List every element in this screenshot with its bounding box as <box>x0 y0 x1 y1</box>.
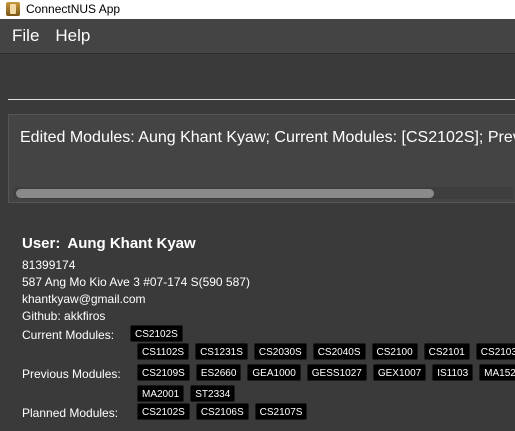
module-tag: GEX1007 <box>372 364 427 381</box>
current-modules-label: Current Modules: <box>22 328 115 342</box>
user-label: User: <box>22 235 61 252</box>
horizontal-scrollbar[interactable] <box>13 187 513 199</box>
title-bar: ConnectNUS App <box>0 0 515 17</box>
person-address: 587 Ang Mo Kio Ave 3 #07-174 S(590 587) <box>22 275 250 289</box>
person-github: Github: akkfiros <box>22 309 106 323</box>
planned-modules-label: Planned Modules: <box>22 406 119 420</box>
result-display-area: Edited Modules: Aung Khant Kyaw; Current… <box>0 108 515 209</box>
person-name: Aung Khant Kyaw <box>67 235 196 252</box>
person-email: khantkyaw@gmail.com <box>22 292 146 306</box>
current-modules-chips: CS2102S <box>130 325 183 342</box>
window-title: ConnectNUS App <box>26 1 121 16</box>
scrollbar-thumb[interactable] <box>16 189 434 198</box>
module-tag: CS2040S <box>312 343 366 360</box>
command-input[interactable] <box>8 68 515 100</box>
app-icon <box>6 1 20 16</box>
command-box <box>0 53 515 108</box>
module-tag: GESS1027 <box>306 364 367 381</box>
module-tag: CS2107S <box>254 403 308 420</box>
person-card[interactable]: User: Aung Khant Kyaw 81399174 587 Ang Mo… <box>0 218 515 431</box>
module-tag: MA1521 <box>479 364 515 381</box>
module-tag: CS2106S <box>195 403 249 420</box>
module-tag: CS2102S <box>137 403 190 420</box>
module-tag: CS2109S <box>137 364 190 381</box>
module-tag: CS2100 <box>371 343 418 360</box>
module-tag: CS2103T <box>475 343 515 360</box>
person-list-panel: User: Aung Khant Kyaw 81399174 587 Ang Mo… <box>0 209 515 431</box>
planned-modules-chips: CS2102S CS2106S CS2107S <box>137 403 308 420</box>
menu-bar: File Help <box>0 19 515 53</box>
person-name-row: User: Aung Khant Kyaw <box>22 235 196 252</box>
previous-modules-chips: CS2109S ES2660 GEA1000 GESS1027 GEX1007 IS110… <box>137 364 515 381</box>
menu-help[interactable]: Help <box>47 26 98 46</box>
module-tag: CS2030S <box>253 343 307 360</box>
module-tag: MA2001 <box>137 385 185 402</box>
previous-modules-chips-row2: MA2001 ST2334 <box>137 385 236 402</box>
module-tag: IS1103 <box>432 364 474 381</box>
module-tag: ST2334 <box>190 385 236 402</box>
previous-modules-label: Previous Modules: <box>22 367 121 381</box>
result-text: Edited Modules: Aung Khant Kyaw; Current… <box>20 129 515 146</box>
menu-file[interactable]: File <box>4 26 47 46</box>
module-tag: CS1102S <box>137 343 190 360</box>
module-tag: GEA1000 <box>247 364 301 381</box>
module-tag: ES2660 <box>195 364 242 381</box>
module-tag: CS2102S <box>130 325 183 342</box>
module-tag: CS1231S <box>195 343 248 360</box>
module-tag: CS2101 <box>423 343 470 360</box>
person-phone: 81399174 <box>22 258 76 272</box>
result-display[interactable]: Edited Modules: Aung Khant Kyaw; Current… <box>8 114 515 203</box>
current-modules-chips-row2: CS1102S CS1231S CS2030S CS2040S CS2100 CS2101… <box>137 343 515 360</box>
